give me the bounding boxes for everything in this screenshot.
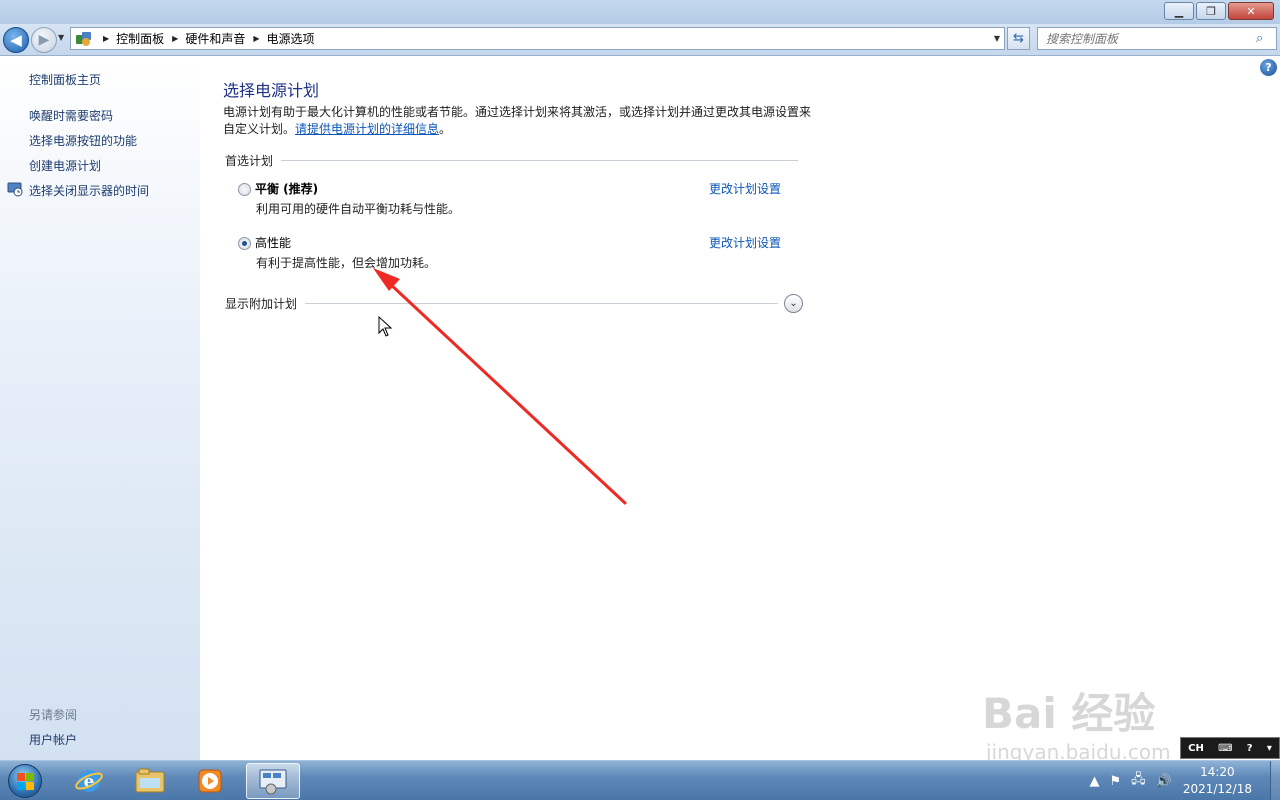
expander-label[interactable]: 显示附加计划 bbox=[225, 295, 297, 312]
breadcrumb-item-hardware-sound[interactable]: 硬件和声音 bbox=[185, 30, 245, 47]
plan-details-link[interactable]: 请提供电源计划的详细信息 bbox=[295, 122, 439, 136]
page-description: 电源计划有助于最大化计算机的性能或者节能。通过选择计划来将其激活，或选择计划并通… bbox=[223, 104, 813, 138]
preferred-plans-group: 首选计划 bbox=[225, 152, 798, 169]
left-task-pane: 控制面板主页 唤醒时需要密码 选择电源按钮的功能 创建电源计划 选择关闭显示器的… bbox=[0, 57, 200, 760]
address-dropdown-icon[interactable]: ▼ bbox=[994, 34, 1000, 43]
clock-date: 2021/12/18 bbox=[1182, 782, 1252, 796]
flag-icon[interactable]: ⚑ bbox=[1109, 774, 1121, 789]
explorer-icon[interactable] bbox=[123, 763, 177, 799]
create-power-plan-link[interactable]: 创建电源计划 bbox=[29, 157, 101, 174]
search-icon[interactable]: ⌕ bbox=[1256, 31, 1276, 46]
breadcrumb-item-power-options[interactable]: 电源选项 bbox=[267, 30, 315, 47]
plan-name[interactable]: 平衡 (推荐) bbox=[255, 180, 318, 197]
recent-pages-dropdown[interactable]: ▼ bbox=[58, 33, 64, 42]
back-icon[interactable]: ◀ bbox=[3, 27, 29, 53]
network-icon[interactable]: 🖧 bbox=[1131, 770, 1146, 792]
control-panel-icon bbox=[73, 28, 95, 50]
user-accounts-link[interactable]: 用户帐户 bbox=[29, 731, 77, 748]
input-language[interactable]: CH bbox=[1188, 743, 1204, 754]
media-player-icon[interactable] bbox=[183, 763, 237, 799]
power-button-function-link[interactable]: 选择电源按钮的功能 bbox=[29, 132, 137, 149]
group-title: 首选计划 bbox=[225, 154, 274, 168]
breadcrumb-item-control-panel[interactable]: 控制面板 bbox=[116, 30, 164, 47]
main-content: ? 选择电源计划 电源计划有助于最大化计算机的性能或者节能。通过选择计划来将其激… bbox=[200, 57, 1280, 760]
system-tray: ▲ ⚑ 🖧 🔊 14:20 2021/12/18 bbox=[1084, 761, 1280, 800]
refresh-icon[interactable]: ⇆ bbox=[1007, 27, 1030, 50]
show-additional-plans[interactable]: 显示附加计划 ⌄ bbox=[225, 293, 803, 313]
display-timer-icon bbox=[7, 181, 23, 197]
maximize-button[interactable]: ❐ bbox=[1196, 2, 1226, 20]
minimize-button[interactable]: ▁ bbox=[1164, 2, 1194, 20]
power-options-icon[interactable] bbox=[246, 763, 300, 799]
language-bar[interactable]: CH ⌨ ? ▾ bbox=[1180, 737, 1280, 759]
wake-password-link[interactable]: 唤醒时需要密码 bbox=[29, 107, 113, 124]
help-icon[interactable]: ? bbox=[1260, 59, 1277, 76]
plan-description: 利用可用的硬件自动平衡功耗与性能。 bbox=[256, 202, 461, 216]
ie-icon[interactable]: e bbox=[62, 763, 116, 799]
chevron-down-icon[interactable]: ⌄ bbox=[784, 293, 803, 313]
taskbar: e ▲ ⚑ 🖧 🔊 14:20 2021/12/18 bbox=[0, 760, 1280, 800]
watermark-main: Bai 经验 bbox=[982, 689, 1156, 738]
description-end: 。 bbox=[439, 122, 452, 136]
forward-icon[interactable]: ▶ bbox=[31, 27, 57, 53]
balanced-radio[interactable] bbox=[238, 183, 251, 196]
search-input[interactable] bbox=[1038, 31, 1256, 46]
plan-name[interactable]: 高性能 bbox=[255, 234, 291, 251]
group-divider bbox=[281, 160, 798, 161]
keyboard-icon[interactable]: ⌨ bbox=[1218, 743, 1232, 754]
baidu-watermark: Bai 经验 jingyan.baidu.com bbox=[982, 668, 1212, 768]
volume-icon[interactable]: 🔊 bbox=[1156, 774, 1172, 789]
show-hidden-icons[interactable]: ▲ bbox=[1089, 774, 1099, 789]
clock[interactable]: 14:20 2021/12/18 bbox=[1183, 764, 1252, 798]
breadcrumb: ▶ 控制面板 ▶ 硬件和声音 ▶ 电源选项 bbox=[103, 30, 315, 47]
language-options-icon[interactable]: ▾ bbox=[1267, 743, 1272, 754]
display-off-time-link[interactable]: 选择关闭显示器的时间 bbox=[29, 182, 149, 199]
see-also-heading: 另请参阅 bbox=[29, 708, 78, 722]
page-title: 选择电源计划 bbox=[223, 81, 320, 100]
window-titlebar: ▁ ❐ ✕ bbox=[0, 0, 1280, 24]
clock-time: 14:20 bbox=[1200, 765, 1235, 779]
window-controls: ▁ ❐ ✕ bbox=[1164, 2, 1274, 20]
address-bar[interactable]: ▶ 控制面板 ▶ 硬件和声音 ▶ 电源选项 ▼ bbox=[70, 27, 1005, 50]
expander-divider bbox=[305, 302, 778, 304]
close-button[interactable]: ✕ bbox=[1228, 2, 1274, 20]
search-box[interactable]: ⌕ bbox=[1037, 27, 1277, 50]
control-panel-home-link[interactable]: 控制面板主页 bbox=[29, 71, 101, 88]
change-plan-settings-link[interactable]: 更改计划设置 bbox=[709, 234, 781, 251]
high-performance-radio[interactable] bbox=[238, 237, 251, 250]
language-help-icon[interactable]: ? bbox=[1247, 743, 1253, 754]
show-desktop-button[interactable] bbox=[1270, 761, 1280, 800]
start-orb-icon bbox=[8, 764, 42, 798]
start-button[interactable] bbox=[4, 761, 46, 800]
navigation-bar: ◀ ▶ ▼ ▶ 控制面板 ▶ 硬件和声音 ▶ 电源选项 ▼ ⇆ ⌕ bbox=[0, 24, 1280, 56]
plan-description: 有利于提高性能，但会增加功耗。 bbox=[256, 256, 437, 270]
change-plan-settings-link[interactable]: 更改计划设置 bbox=[709, 180, 781, 197]
